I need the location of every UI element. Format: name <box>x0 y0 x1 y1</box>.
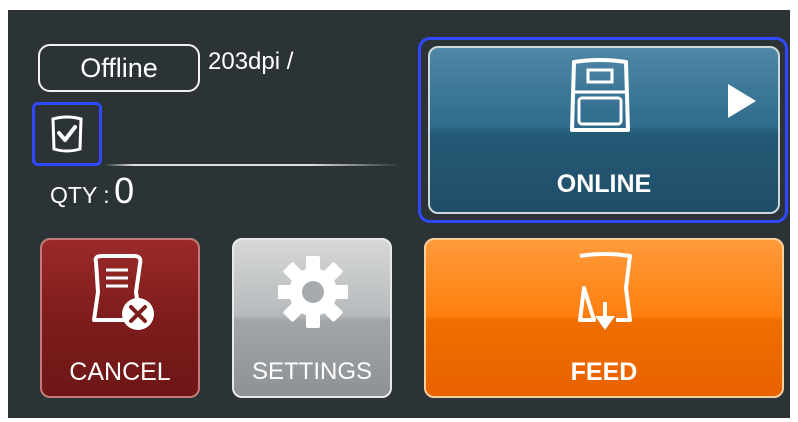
feed-button[interactable]: FEED <box>424 238 784 398</box>
quantity-label: QTY : <box>50 182 110 208</box>
cancel-button[interactable]: CANCEL <box>40 238 200 398</box>
gear-icon <box>278 256 348 328</box>
status-badge: Offline <box>38 44 200 92</box>
printer-icon <box>570 58 630 132</box>
divider <box>104 164 400 166</box>
label-checkbox[interactable] <box>32 102 102 166</box>
status-label: Offline <box>80 52 158 83</box>
quantity-display: QTY : 0 <box>50 170 134 212</box>
quantity-value: 0 <box>114 170 135 211</box>
settings-button[interactable]: SETTINGS <box>232 238 392 398</box>
play-arrow-icon <box>728 84 756 118</box>
online-button[interactable]: ONLINE <box>428 46 780 214</box>
cancel-button-label: CANCEL <box>69 358 171 386</box>
printer-panel: Offline 203dpi / QTY : 0 ONLINE CANCEL S… <box>8 10 790 418</box>
online-button-label: ONLINE <box>556 170 652 198</box>
checkbox-checked-icon <box>51 115 83 153</box>
cancel-job-icon <box>92 254 154 330</box>
settings-button-label: SETTINGS <box>251 358 372 385</box>
resolution-label: 203dpi / <box>208 48 294 75</box>
feed-button-label: FEED <box>570 358 638 386</box>
paper-feed-icon <box>578 252 632 330</box>
